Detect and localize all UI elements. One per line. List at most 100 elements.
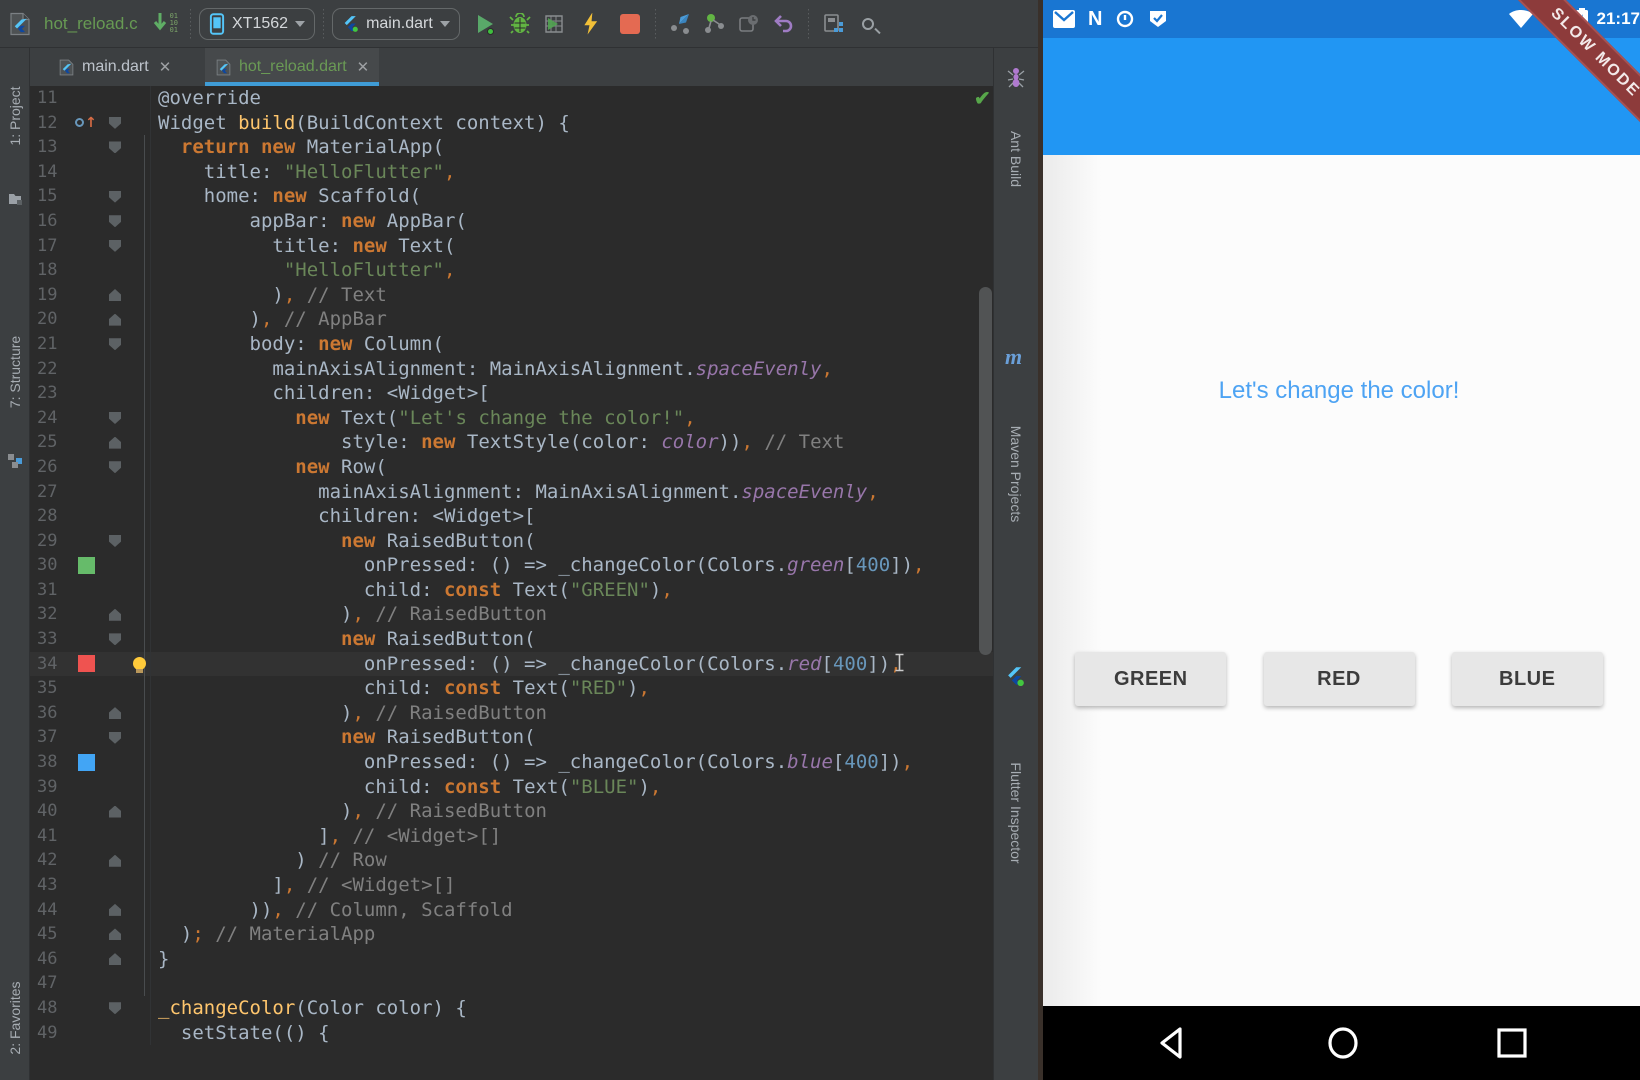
sidebar-item-structure[interactable]: 7: Structure — [7, 300, 23, 444]
hot-reload-bolt-icon[interactable] — [577, 10, 605, 38]
fold-open-icon[interactable] — [102, 111, 128, 136]
tab-main-dart[interactable]: main.dart ✕ — [48, 48, 181, 86]
fold-open-icon[interactable] — [102, 332, 128, 357]
intention-bulb-icon[interactable] — [128, 652, 150, 677]
code-line-43[interactable]: 43 ], // <Widget>[] — [30, 873, 993, 898]
code-line-36[interactable]: 36 ), // RaisedButton — [30, 701, 993, 726]
close-icon[interactable]: ✕ — [357, 58, 370, 76]
run-config-selector[interactable]: main.dart — [332, 8, 460, 40]
code-line-14[interactable]: 14 title: "HelloFlutter", — [30, 160, 993, 185]
back-icon[interactable] — [1154, 1025, 1188, 1061]
code-line-42[interactable]: 42 ) // Row — [30, 848, 993, 873]
sidebar-item-favorites[interactable]: 2: Favorites — [7, 962, 23, 1074]
color-preview-blue-icon[interactable] — [70, 750, 102, 775]
fold-close-icon[interactable] — [102, 283, 128, 308]
fold-open-icon[interactable] — [102, 529, 128, 554]
device-selector[interactable]: XT1562 — [199, 8, 315, 40]
emulator-button-green[interactable]: GREEN — [1075, 652, 1226, 706]
code-line-49[interactable]: 49 setState(() { — [30, 1021, 993, 1046]
fold-close-icon[interactable] — [102, 307, 128, 332]
code-line-15[interactable]: 15 home: new Scaffold( — [30, 184, 993, 209]
code-line-32[interactable]: 32 ), // RaisedButton — [30, 602, 993, 627]
fold-close-icon[interactable] — [102, 922, 128, 947]
fold-open-icon[interactable] — [102, 209, 128, 234]
home-icon[interactable] — [1326, 1025, 1360, 1061]
code-line-33[interactable]: 33 new RaisedButton( — [30, 627, 993, 652]
run-coverage-button[interactable] — [540, 10, 568, 38]
tab-hot-reload-dart[interactable]: hot_reload.dart ✕ — [205, 48, 379, 86]
stop-button[interactable] — [616, 10, 644, 38]
fold-open-icon[interactable] — [102, 725, 128, 750]
code-editor[interactable]: 11@override12↑Widget build(BuildContext … — [30, 86, 993, 1080]
hot-swap-icon[interactable]: 011001 — [152, 13, 178, 35]
code-line-11[interactable]: 11@override — [30, 86, 993, 111]
close-icon[interactable]: ✕ — [159, 58, 172, 76]
sidebar-item-ant-build[interactable]: Ant Build — [1008, 99, 1024, 219]
profiler-icon[interactable] — [701, 10, 729, 38]
sidebar-item-flutter-inspector[interactable]: Flutter Inspector — [1008, 698, 1024, 928]
tool-windows-icon[interactable] — [820, 10, 848, 38]
code-line-16[interactable]: 16 appBar: new AppBar( — [30, 209, 993, 234]
code-line-46[interactable]: 46} — [30, 947, 993, 972]
inspection-ok-checkmark-icon[interactable]: ✔ — [974, 86, 991, 111]
fold-close-icon[interactable] — [102, 898, 128, 923]
sidebar-item-project[interactable]: 1: Project — [7, 56, 23, 176]
emulator-button-blue[interactable]: BLUE — [1452, 652, 1603, 706]
color-preview-green-icon[interactable] — [70, 553, 102, 578]
code-line-34[interactable]: 34 onPressed: () => _changeColor(Colors.… — [30, 652, 993, 677]
debug-button[interactable] — [506, 10, 534, 38]
code-line-48[interactable]: 48_changeColor(Color color) { — [30, 996, 993, 1021]
undo-icon[interactable] — [769, 10, 797, 38]
flutter-inspector-icon[interactable] — [1005, 666, 1025, 691]
code-line-24[interactable]: 24 new Text("Let's change the color!", — [30, 406, 993, 431]
override-marker-icon[interactable]: ↑ — [70, 111, 102, 136]
breadcrumb[interactable]: hot_reload.c — [44, 14, 138, 34]
code-line-26[interactable]: 26 new Row( — [30, 455, 993, 480]
code-line-41[interactable]: 41 ], // <Widget>[] — [30, 824, 993, 849]
code-line-17[interactable]: 17 title: new Text( — [30, 234, 993, 259]
code-line-30[interactable]: 30 onPressed: () => _changeColor(Colors.… — [30, 553, 993, 578]
fold-close-icon[interactable] — [102, 799, 128, 824]
code-line-31[interactable]: 31 child: const Text("GREEN"), — [30, 578, 993, 603]
code-line-38[interactable]: 38 onPressed: () => _changeColor(Colors.… — [30, 750, 993, 775]
sidebar-item-maven-projects[interactable]: Maven Projects — [1008, 374, 1024, 574]
code-line-12[interactable]: 12↑Widget build(BuildContext context) { — [30, 111, 993, 136]
fold-close-icon[interactable] — [102, 602, 128, 627]
fold-close-icon[interactable] — [102, 848, 128, 873]
structure-icon[interactable] — [8, 454, 22, 473]
code-line-28[interactable]: 28 children: <Widget>[ — [30, 504, 993, 529]
editor-scrollbar[interactable] — [979, 287, 992, 655]
fold-open-icon[interactable] — [102, 406, 128, 431]
code-line-44[interactable]: 44 )), // Column, Scaffold — [30, 898, 993, 923]
fold-open-icon[interactable] — [102, 135, 128, 160]
project-icon[interactable] — [8, 192, 22, 210]
maven-icon[interactable]: m — [1005, 344, 1022, 370]
fold-close-icon[interactable] — [102, 947, 128, 972]
emulator-button-red[interactable]: RED — [1264, 652, 1415, 706]
attach-debugger-icon[interactable] — [667, 10, 695, 38]
code-line-25[interactable]: 25 style: new TextStyle(color: color)), … — [30, 430, 993, 455]
code-line-20[interactable]: 20 ), // AppBar — [30, 307, 993, 332]
code-line-45[interactable]: 45 ); // MaterialApp — [30, 922, 993, 947]
code-line-23[interactable]: 23 children: <Widget>[ — [30, 381, 993, 406]
code-line-39[interactable]: 39 child: const Text("BLUE"), — [30, 775, 993, 800]
code-line-22[interactable]: 22 mainAxisAlignment: MainAxisAlignment.… — [30, 357, 993, 382]
search-icon[interactable] — [854, 10, 882, 38]
fold-close-icon[interactable] — [102, 701, 128, 726]
fold-close-icon[interactable] — [102, 430, 128, 455]
fold-open-icon[interactable] — [102, 234, 128, 259]
code-line-18[interactable]: 18 "HelloFlutter", — [30, 258, 993, 283]
fold-open-icon[interactable] — [102, 627, 128, 652]
code-line-40[interactable]: 40 ), // RaisedButton — [30, 799, 993, 824]
code-line-35[interactable]: 35 child: const Text("RED"), — [30, 676, 993, 701]
code-line-19[interactable]: 19 ), // Text — [30, 283, 993, 308]
code-line-21[interactable]: 21 body: new Column( — [30, 332, 993, 357]
code-line-27[interactable]: 27 mainAxisAlignment: MainAxisAlignment.… — [30, 480, 993, 505]
restart-icon[interactable] — [735, 10, 763, 38]
code-line-29[interactable]: 29 new RaisedButton( — [30, 529, 993, 554]
recents-icon[interactable] — [1495, 1025, 1529, 1061]
fold-open-icon[interactable] — [102, 455, 128, 480]
code-line-47[interactable]: 47 — [30, 971, 993, 996]
code-line-13[interactable]: 13 return new MaterialApp( — [30, 135, 993, 160]
fold-open-icon[interactable] — [102, 996, 128, 1021]
